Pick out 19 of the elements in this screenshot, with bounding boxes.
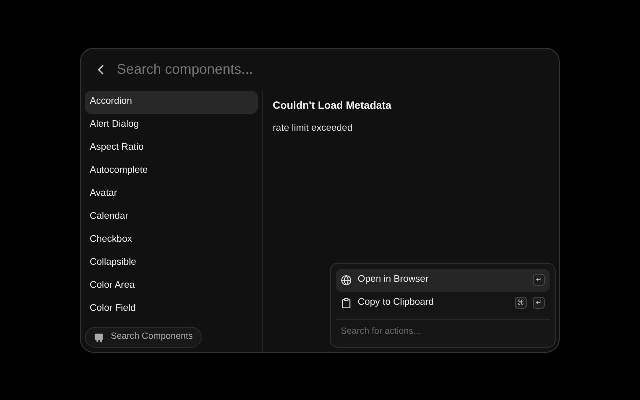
sidebar-item[interactable]: Calendar	[85, 206, 258, 228]
sidebar-item[interactable]: Collapsible	[85, 252, 258, 274]
sidebar-item[interactable]: Accordion	[85, 90, 258, 114]
sidebar-item[interactable]: Alert Dialog	[85, 114, 258, 136]
clipboard-icon	[341, 298, 352, 308]
sidebar-item[interactable]: Color Area	[85, 274, 258, 298]
search-field[interactable]: Search components...	[117, 59, 547, 80]
detail-title: Couldn't Load Metadata	[273, 98, 393, 114]
sidebar-item[interactable]: Checkbox	[85, 228, 258, 252]
actions-search-field[interactable]: Search for actions...	[336, 320, 550, 342]
sidebar-item[interactable]: Avatar	[85, 182, 258, 206]
sidebar-item[interactable]: Color Field	[85, 298, 258, 320]
sidebar-item[interactable]: Autocomplete	[85, 160, 258, 182]
search-components-button[interactable]: Search Components	[85, 326, 202, 348]
sidebar-item[interactable]: Aspect Ratio	[85, 136, 258, 160]
action-label: Copy to Clipboard	[358, 296, 436, 310]
globe-icon	[341, 274, 352, 286]
detail-message: rate limit exceeded	[273, 122, 354, 136]
action-label: Open in Browser	[358, 272, 430, 287]
